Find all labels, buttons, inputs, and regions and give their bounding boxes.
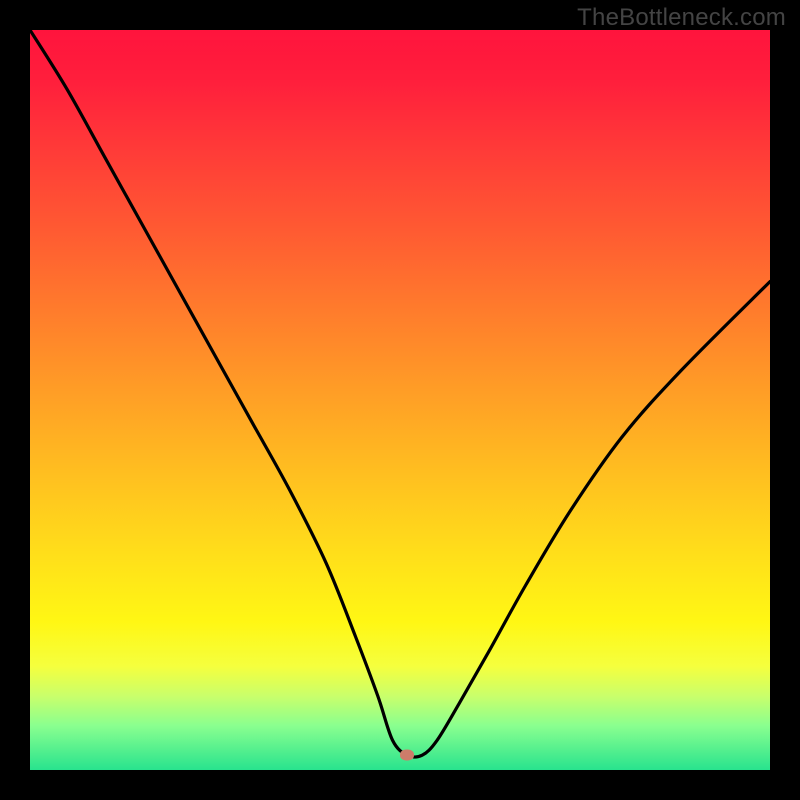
watermark-text: TheBottleneck.com <box>577 4 786 32</box>
bottleneck-curve <box>30 30 770 757</box>
chart-container: TheBottleneck.com <box>0 0 800 800</box>
plot-area <box>30 30 770 770</box>
curve-svg <box>30 30 770 770</box>
optimum-marker <box>400 750 414 761</box>
